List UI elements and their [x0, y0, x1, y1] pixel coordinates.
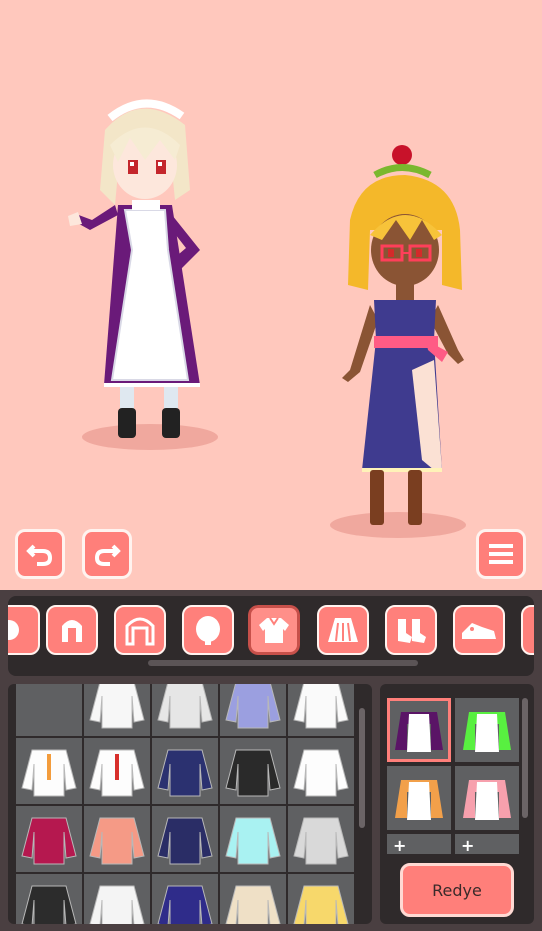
item-beige-cardigan[interactable] [220, 874, 286, 924]
item-navy-tube-top[interactable] [152, 874, 218, 924]
item-yellow-top[interactable] [288, 874, 354, 924]
item-pink-sweater[interactable] [84, 806, 150, 872]
item-orange-tie-shirt[interactable] [16, 738, 82, 804]
category-tab-bar[interactable] [8, 596, 534, 676]
yellow-top-icon [293, 885, 349, 924]
item-gray-top[interactable] [152, 684, 218, 736]
item-white-blouse[interactable] [288, 684, 354, 736]
tab-socks[interactable] [385, 605, 437, 655]
partial-icon [8, 620, 19, 640]
red-tie-shirt-icon [89, 749, 145, 797]
undo-icon [26, 544, 53, 566]
color-variant-green-white[interactable] [455, 698, 519, 762]
black-cardigan-icon [225, 749, 281, 797]
redye-button[interactable]: Redye [400, 863, 514, 917]
purple-white-top-icon [395, 712, 443, 752]
tab-face[interactable] [182, 605, 234, 655]
tab-tops[interactable] [246, 603, 302, 657]
color-variant-purple-white[interactable] [387, 698, 451, 762]
navy-blazer-icon [157, 749, 213, 797]
gray-top-icon [157, 684, 213, 729]
item-black-cardigan[interactable] [220, 738, 286, 804]
item-empty[interactable] [16, 684, 82, 736]
color-variant-orange-white[interactable] [387, 766, 451, 830]
hamburger-menu-icon [489, 544, 513, 564]
tab-skirt[interactable] [317, 605, 369, 655]
gray-crop-top-icon [293, 817, 349, 865]
add-color-plus-1: + [393, 836, 407, 855]
navy-tube-top-icon [157, 885, 213, 924]
tab-back-hair[interactable] [114, 605, 166, 655]
item-navy-sailor-top[interactable] [152, 806, 218, 872]
white-blouse-icon [293, 684, 349, 729]
glasses-girl-character[interactable] [330, 140, 480, 535]
item-aqua-cami[interactable] [220, 806, 286, 872]
item-black-jacket[interactable] [16, 874, 82, 924]
character-stage [0, 0, 542, 590]
item-red-tie-shirt[interactable] [84, 738, 150, 804]
item-white-bow-blouse[interactable] [288, 738, 354, 804]
maid-character[interactable] [60, 90, 220, 450]
item-magenta-off-shoulder[interactable] [16, 806, 82, 872]
face-icon [196, 616, 220, 645]
item-lavender-top[interactable] [220, 684, 286, 736]
hair-icon [62, 620, 82, 642]
item-white-top[interactable] [84, 684, 150, 736]
shoes-icon [462, 623, 496, 639]
menu-button[interactable] [476, 529, 526, 579]
pink-white-top-icon [463, 780, 511, 820]
white-tank-icon [89, 885, 145, 924]
aqua-cami-icon [225, 817, 281, 865]
white-top-icon [89, 684, 145, 729]
color-scrollbar[interactable] [522, 698, 528, 818]
tab-hair[interactable] [46, 605, 98, 655]
tab-scrollbar[interactable] [148, 660, 418, 666]
redo-button[interactable] [82, 529, 132, 579]
beige-cardigan-icon [225, 885, 281, 924]
navy-sailor-top-icon [157, 817, 213, 865]
magenta-off-shoulder-icon [21, 817, 77, 865]
undo-button[interactable] [15, 529, 65, 579]
redo-icon [94, 544, 121, 566]
item-grid[interactable] [8, 684, 372, 924]
orange-white-top-icon [395, 780, 443, 820]
back-hair-icon [125, 617, 155, 646]
lavender-top-icon [225, 684, 281, 729]
orange-tie-shirt-icon [21, 749, 77, 797]
white-bow-blouse-icon [293, 749, 349, 797]
skirt-icon [328, 618, 358, 642]
item-grid-scrollbar[interactable] [359, 708, 365, 828]
green-white-top-icon [463, 712, 511, 752]
item-white-tank[interactable] [84, 874, 150, 924]
socks-icon [398, 619, 426, 643]
tab-shoes[interactable] [453, 605, 505, 655]
add-color-plus-2: + [461, 836, 475, 855]
black-jacket-icon [21, 885, 77, 924]
color-variant-pink-white[interactable] [455, 766, 519, 830]
tab-partial[interactable] [8, 605, 40, 655]
tab-more[interactable] [521, 605, 534, 655]
item-navy-blazer[interactable] [152, 738, 218, 804]
pink-sweater-icon [89, 817, 145, 865]
item-gray-crop-top[interactable] [288, 806, 354, 872]
shirt-icon [259, 617, 289, 643]
